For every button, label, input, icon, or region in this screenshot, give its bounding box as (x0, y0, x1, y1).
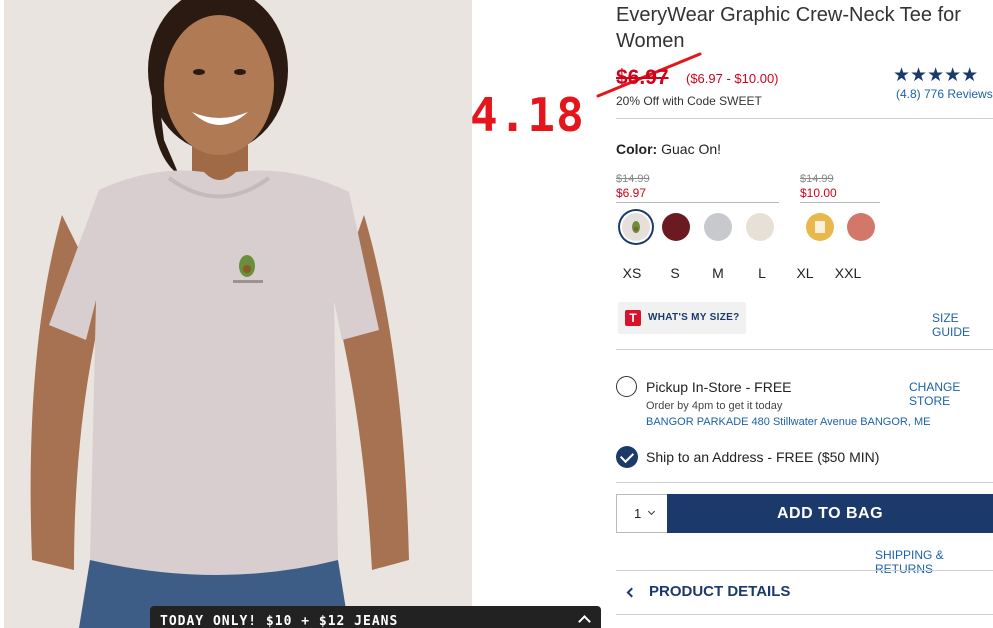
size-option[interactable]: L (747, 265, 777, 281)
promo-banner[interactable]: TODAY ONLY! $10 + $12 JEANS (150, 606, 601, 628)
shipping-returns-link[interactable]: SHIPPING & RETURNS (875, 548, 993, 576)
star-rating-icon[interactable]: ★★★★★ (893, 64, 978, 87)
sale-price: $6.97 (616, 66, 669, 89)
group-original-price: $14.99 (616, 173, 650, 185)
promo-code-text: 20% Off with Code SWEET (616, 94, 762, 108)
size-option[interactable]: XXL (833, 265, 863, 281)
swatch-yellow-graphic[interactable] (806, 213, 834, 241)
group-sale-price: $6.97 (616, 186, 647, 200)
divider (616, 118, 993, 119)
product-photo[interactable] (4, 0, 472, 628)
swatch-heather-grey[interactable] (704, 213, 732, 241)
add-to-bag-button[interactable]: ADD TO BAG (667, 494, 993, 533)
swatch-oatmeal[interactable] (746, 213, 774, 241)
color-label: Color: Guac On! (616, 141, 721, 157)
reviews-link[interactable]: (4.8) 776 Reviews (896, 87, 993, 101)
size-option[interactable]: XL (790, 265, 820, 281)
pickup-radio[interactable] (616, 376, 637, 397)
size-option[interactable]: S (660, 265, 690, 281)
divider (616, 570, 993, 571)
swatch-coral[interactable] (847, 213, 875, 241)
group-divider (800, 202, 880, 203)
group-divider (616, 202, 779, 203)
divider (616, 349, 993, 350)
size-option[interactable]: XS (617, 265, 647, 281)
swatch-guac-on[interactable] (622, 213, 650, 241)
product-details-label: PRODUCT DETAILS (649, 583, 791, 600)
product-details-toggle[interactable]: PRODUCT DETAILS (626, 583, 790, 600)
divider (616, 482, 993, 483)
group-original-price: $14.99 (800, 173, 834, 185)
annotation-number: 4.18 (470, 88, 585, 142)
price-range: ($6.97 - $10.00) (686, 71, 779, 86)
color-label-key: Color: (616, 141, 658, 157)
chevron-down-icon (647, 507, 656, 516)
true-fit-icon: T (625, 310, 641, 326)
whats-my-size-button[interactable]: T WHAT'S MY SIZE? (618, 302, 746, 334)
size-option[interactable]: M (703, 265, 733, 281)
chevron-up-icon[interactable] (578, 615, 591, 628)
quantity-select[interactable]: 1 (616, 494, 668, 533)
divider (616, 614, 993, 615)
promo-banner-text: TODAY ONLY! $10 + $12 JEANS (160, 614, 399, 628)
avocado-icon (632, 221, 640, 233)
change-store-link[interactable]: CHANGE STORE (909, 380, 993, 408)
color-value: Guac On! (661, 141, 722, 157)
graphic-icon (815, 221, 825, 233)
group-sale-price: $10.00 (800, 186, 837, 200)
ship-label[interactable]: Ship to an Address - FREE ($50 MIN) (646, 449, 879, 465)
ship-checked-radio[interactable] (616, 446, 638, 468)
chevron-left-icon (626, 587, 637, 598)
swatch-maroon[interactable] (662, 213, 690, 241)
whats-my-size-label: WHAT'S MY SIZE? (648, 312, 740, 323)
pickup-label[interactable]: Pickup In-Store - FREE (646, 379, 792, 395)
store-address-link[interactable]: BANGOR PARKADE 480 Stillwater Avenue BAN… (646, 416, 930, 428)
order-by-text: Order by 4pm to get it today (646, 400, 783, 412)
product-photo-illustration (4, 0, 472, 628)
quantity-value: 1 (634, 506, 642, 521)
size-guide-link[interactable]: SIZE GUIDE (932, 311, 993, 339)
product-title: EveryWear Graphic Crew-Neck Tee for Wome… (616, 4, 961, 52)
